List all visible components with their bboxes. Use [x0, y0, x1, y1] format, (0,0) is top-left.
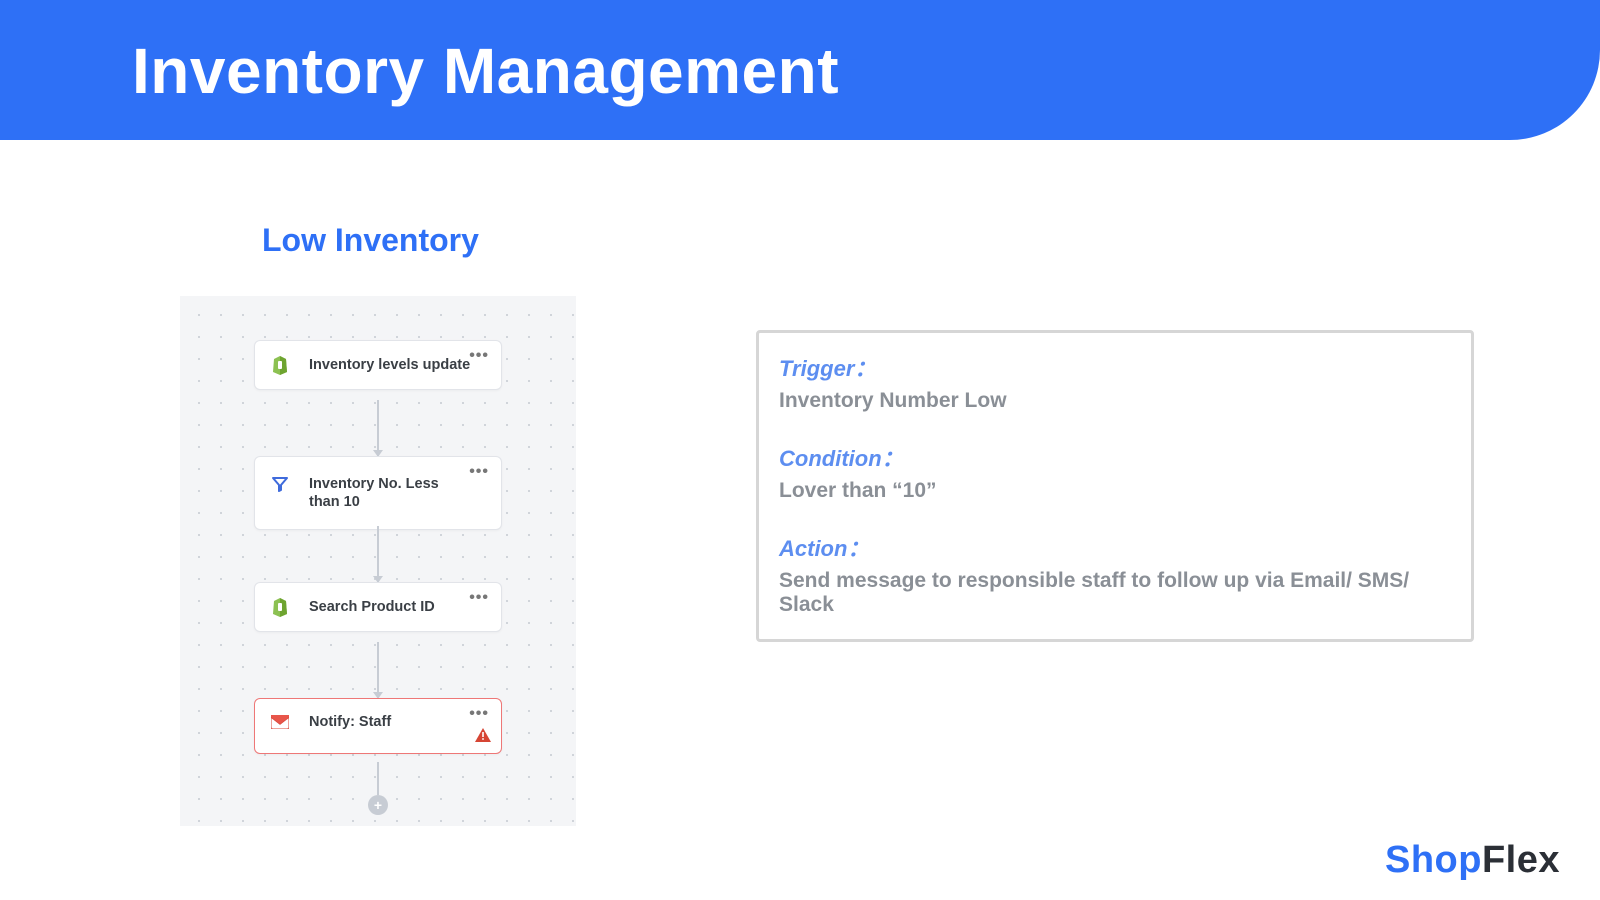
mail-icon [269, 715, 291, 729]
shopify-icon [269, 597, 291, 617]
node-more-icon[interactable]: ••• [469, 589, 489, 607]
flow-node-action-search[interactable]: Search Product ID ••• [254, 582, 502, 632]
section-subtitle: Low Inventory [262, 222, 479, 259]
flow-connector [377, 762, 379, 795]
page-title: Inventory Management [132, 34, 839, 108]
shopify-icon [269, 355, 291, 375]
flow-node-label: Inventory No. Less than 10 [309, 475, 459, 511]
node-more-icon[interactable]: ••• [469, 347, 489, 365]
flow-connector [377, 400, 379, 456]
flow-node-label: Inventory levels update [309, 356, 470, 374]
flow-node-label: Notify: Staff [309, 713, 391, 731]
flow-node-action-notify[interactable]: Notify: Staff ••• [254, 698, 502, 754]
add-step-button[interactable]: + [368, 795, 388, 815]
brand-logo: ShopFlex [1385, 839, 1560, 882]
filter-icon [269, 475, 291, 493]
brand-part1: Shop [1385, 839, 1482, 881]
panel-condition-label: Condition： [779, 441, 1451, 473]
panel-trigger-label: Trigger： [779, 351, 1451, 383]
panel-action-value: Send message to responsible staff to fol… [779, 569, 1451, 617]
flow-node-condition[interactable]: Inventory No. Less than 10 ••• [254, 456, 502, 530]
warning-icon [475, 728, 491, 747]
flow-connector [377, 642, 379, 698]
brand-part2: Flex [1482, 839, 1560, 881]
node-more-icon[interactable]: ••• [469, 705, 489, 723]
panel-action-label: Action： [779, 531, 1451, 563]
flow-node-trigger[interactable]: Inventory levels update ••• [254, 340, 502, 390]
panel-condition-value: Lover than “10” [779, 479, 1451, 503]
info-panel: Trigger： Inventory Number Low Condition：… [756, 330, 1474, 642]
flow-connector [377, 526, 379, 582]
panel-trigger-value: Inventory Number Low [779, 389, 1451, 413]
header-banner: Inventory Management [0, 0, 1600, 140]
plus-icon: + [374, 797, 382, 813]
node-more-icon[interactable]: ••• [469, 463, 489, 481]
flow-node-label: Search Product ID [309, 598, 435, 616]
flow-canvas: Inventory levels update ••• Inventory No… [180, 296, 576, 826]
